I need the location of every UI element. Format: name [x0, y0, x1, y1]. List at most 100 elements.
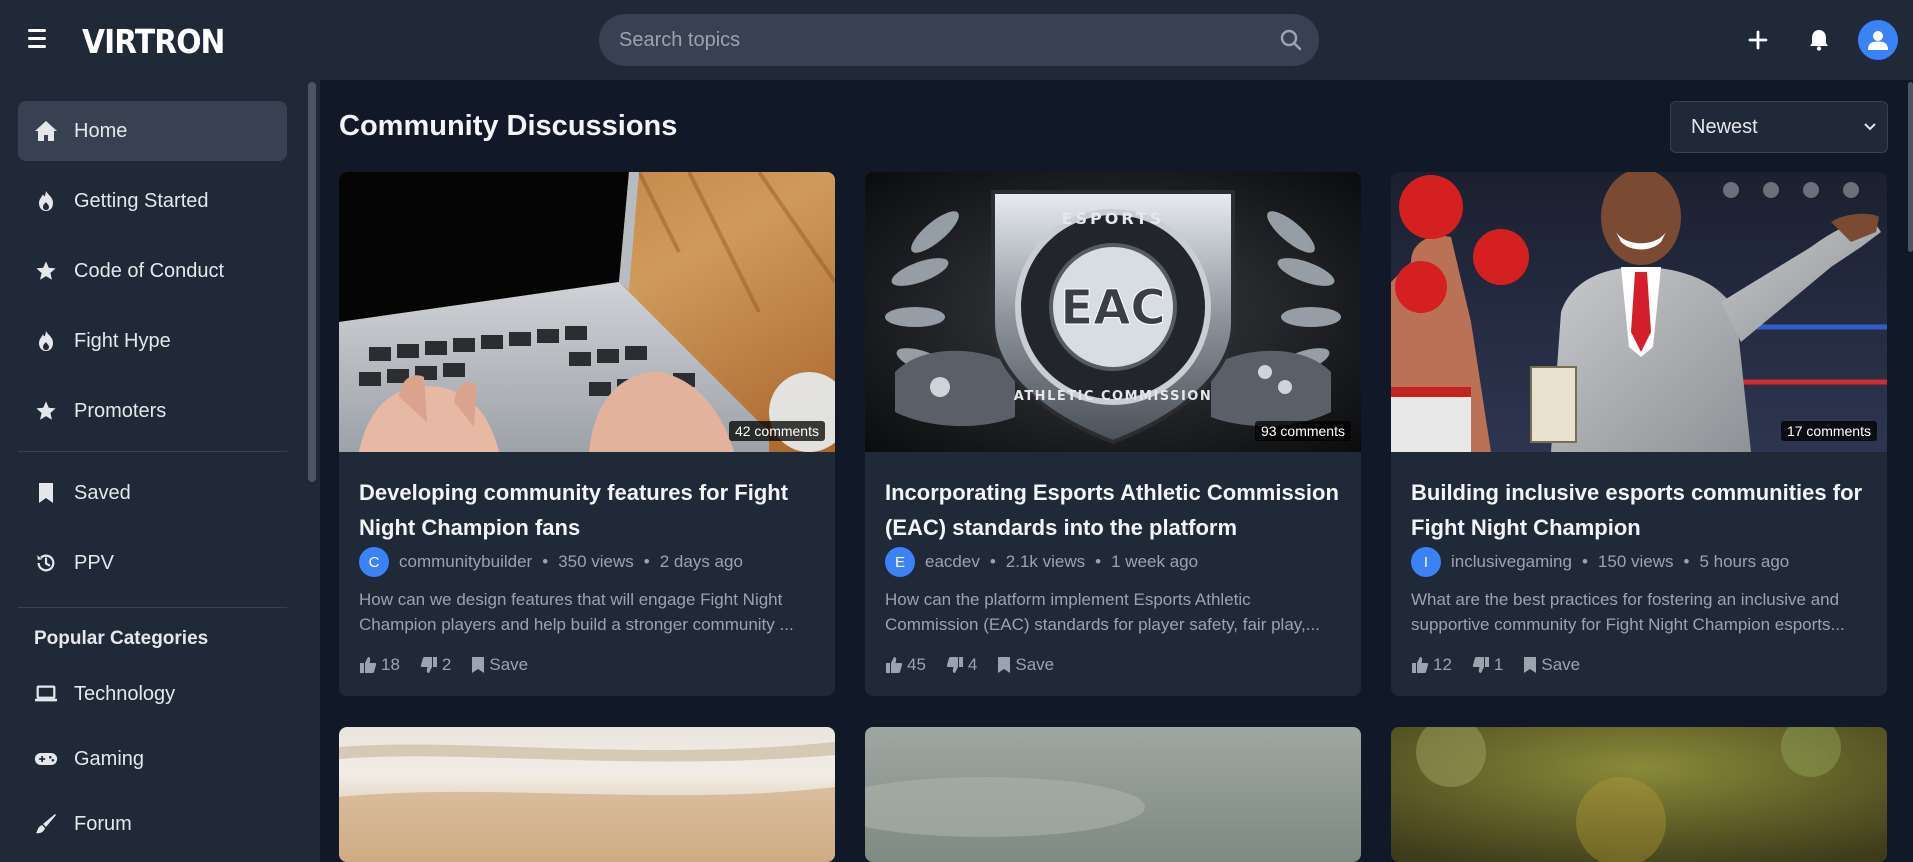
flame-icon: [34, 189, 58, 213]
star-icon: [34, 259, 58, 283]
card-actions: 45 4 Save: [885, 652, 1074, 678]
save-button[interactable]: Save: [997, 655, 1054, 675]
discussion-card[interactable]: [339, 727, 835, 862]
brush-icon: [34, 812, 58, 836]
dislike-button[interactable]: 1: [1472, 655, 1503, 675]
save-label: Save: [489, 655, 529, 674]
search-bar[interactable]: [599, 14, 1319, 66]
view-count: 350 views: [558, 552, 634, 571]
card-image-fog[interactable]: [865, 727, 1361, 862]
search-icon[interactable]: [1279, 28, 1303, 52]
app-logo[interactable]: VIRTRON: [82, 22, 225, 61]
history-icon: [34, 551, 58, 575]
discussion-card[interactable]: EAC ESPORTS ATHLETIC COMMISSION 93 comme…: [865, 172, 1361, 696]
post-time: 5 hours ago: [1699, 552, 1790, 571]
sidebar-item-fight-hype[interactable]: Fight Hype: [18, 311, 287, 371]
discussion-card[interactable]: [865, 727, 1361, 862]
card-meta: C communitybuilder • 350 views • 2 days …: [359, 547, 743, 577]
svg-text:ESPORTS: ESPORTS: [1062, 209, 1165, 228]
discussion-card[interactable]: 17 comments Building inclusive esports c…: [1391, 172, 1887, 696]
sidebar-item-ppv[interactable]: PPV: [18, 533, 287, 593]
discussion-card[interactable]: 42 comments Developing community feature…: [339, 172, 835, 696]
sidebar-divider: [18, 607, 287, 608]
sidebar-item-getting-started[interactable]: Getting Started: [18, 171, 287, 231]
card-title[interactable]: Building inclusive esports communities f…: [1411, 475, 1871, 545]
view-count: 2.1k views: [1005, 552, 1086, 571]
sidebar-item-technology[interactable]: Technology: [18, 664, 287, 724]
bell-icon[interactable]: [1803, 24, 1835, 56]
card-image-eac-emblem[interactable]: EAC ESPORTS ATHLETIC COMMISSION 93 comme…: [865, 172, 1361, 452]
comments-badge: 93 comments: [1254, 421, 1351, 441]
save-button[interactable]: Save: [1523, 655, 1580, 675]
discussion-card[interactable]: [1391, 727, 1887, 862]
sidebar-divider: [18, 451, 287, 452]
card-image-beach[interactable]: [339, 727, 835, 862]
card-image-foliage[interactable]: [1391, 727, 1887, 862]
plus-icon[interactable]: [1742, 24, 1774, 56]
sidebar-item-promoters[interactable]: Promoters: [18, 381, 287, 441]
flame-icon: [34, 329, 58, 353]
dislike-count: 4: [967, 655, 978, 674]
comments-badge: 17 comments: [1780, 421, 1877, 441]
author-name[interactable]: inclusivegaming: [1451, 552, 1572, 572]
author-avatar[interactable]: C: [359, 547, 389, 577]
card-title[interactable]: Developing community features for Fight …: [359, 475, 819, 545]
user-icon: [1868, 31, 1888, 50]
sidebar-item-label: Technology: [74, 682, 176, 705]
author-avatar[interactable]: I: [1411, 547, 1441, 577]
menu-icon[interactable]: [28, 29, 50, 49]
sidebar-item-label: Promoters: [74, 399, 167, 422]
like-button[interactable]: 18: [359, 655, 400, 675]
dislike-count: 1: [1493, 655, 1504, 674]
card-description: What are the best practices for fosterin…: [1411, 590, 1845, 634]
svg-text:ATHLETIC COMMISSION: ATHLETIC COMMISSION: [1014, 389, 1212, 404]
page-title: Community Discussions: [339, 110, 678, 142]
card-actions: 12 1 Save: [1411, 652, 1600, 678]
dislike-button[interactable]: 2: [420, 655, 451, 675]
dislike-count: 2: [441, 655, 452, 674]
card-description: How can the platform implement Esports A…: [885, 590, 1320, 634]
bookmark-icon: [472, 657, 485, 673]
svg-text:EAC: EAC: [1060, 280, 1165, 336]
thumbs-down-icon: [1472, 657, 1489, 673]
like-button[interactable]: 12: [1411, 655, 1452, 675]
thumbs-up-icon: [360, 657, 377, 673]
author-avatar[interactable]: E: [885, 547, 915, 577]
sidebar-item-label: Forum: [74, 812, 132, 835]
post-time: 1 week ago: [1111, 552, 1199, 571]
sidebar-item-gaming[interactable]: Gaming: [18, 729, 287, 789]
like-count: 18: [381, 655, 400, 674]
save-label: Save: [1541, 655, 1581, 674]
sidebar-item-label: Saved: [74, 481, 131, 504]
dislike-button[interactable]: 4: [946, 655, 977, 675]
sidebar-scrollbar[interactable]: [308, 82, 316, 482]
comments-badge: 42 comments: [728, 421, 825, 441]
sidebar-item-forum[interactable]: Forum: [18, 794, 287, 854]
sidebar-item-saved[interactable]: Saved: [18, 463, 287, 523]
sort-select[interactable]: Newest: [1670, 101, 1888, 153]
card-description: How can we design features that will eng…: [359, 590, 794, 634]
thumbs-down-icon: [420, 657, 437, 673]
user-avatar[interactable]: [1858, 20, 1898, 60]
sidebar-item-home[interactable]: Home: [18, 101, 287, 161]
save-label: Save: [1015, 655, 1055, 674]
main-scrollbar[interactable]: [1908, 82, 1913, 252]
card-title[interactable]: Incorporating Esports Athletic Commissio…: [885, 475, 1345, 545]
card-image-laptop[interactable]: 42 comments: [339, 172, 835, 452]
gamepad-icon: [34, 747, 58, 771]
save-button[interactable]: Save: [471, 655, 528, 675]
author-name[interactable]: eacdev: [925, 552, 980, 572]
author-name[interactable]: communitybuilder: [399, 552, 532, 572]
sidebar-item-label: PPV: [74, 551, 115, 574]
card-meta: I inclusivegaming • 150 views • 5 hours …: [1411, 547, 1789, 577]
like-button[interactable]: 45: [885, 655, 926, 675]
thumbs-up-icon: [1412, 657, 1429, 673]
card-image-boxing-promoter[interactable]: 17 comments: [1391, 172, 1887, 452]
sidebar-item-code-of-conduct[interactable]: Code of Conduct: [18, 241, 287, 301]
sidebar: Home Getting Started Code of Conduct Fig…: [0, 80, 320, 862]
view-count: 150 views: [1597, 552, 1674, 571]
search-input[interactable]: [619, 14, 1259, 66]
laptop-icon: [34, 682, 58, 706]
card-meta: E eacdev • 2.1k views • 1 week ago: [885, 547, 1198, 577]
categories-heading: Popular Categories: [34, 628, 209, 649]
